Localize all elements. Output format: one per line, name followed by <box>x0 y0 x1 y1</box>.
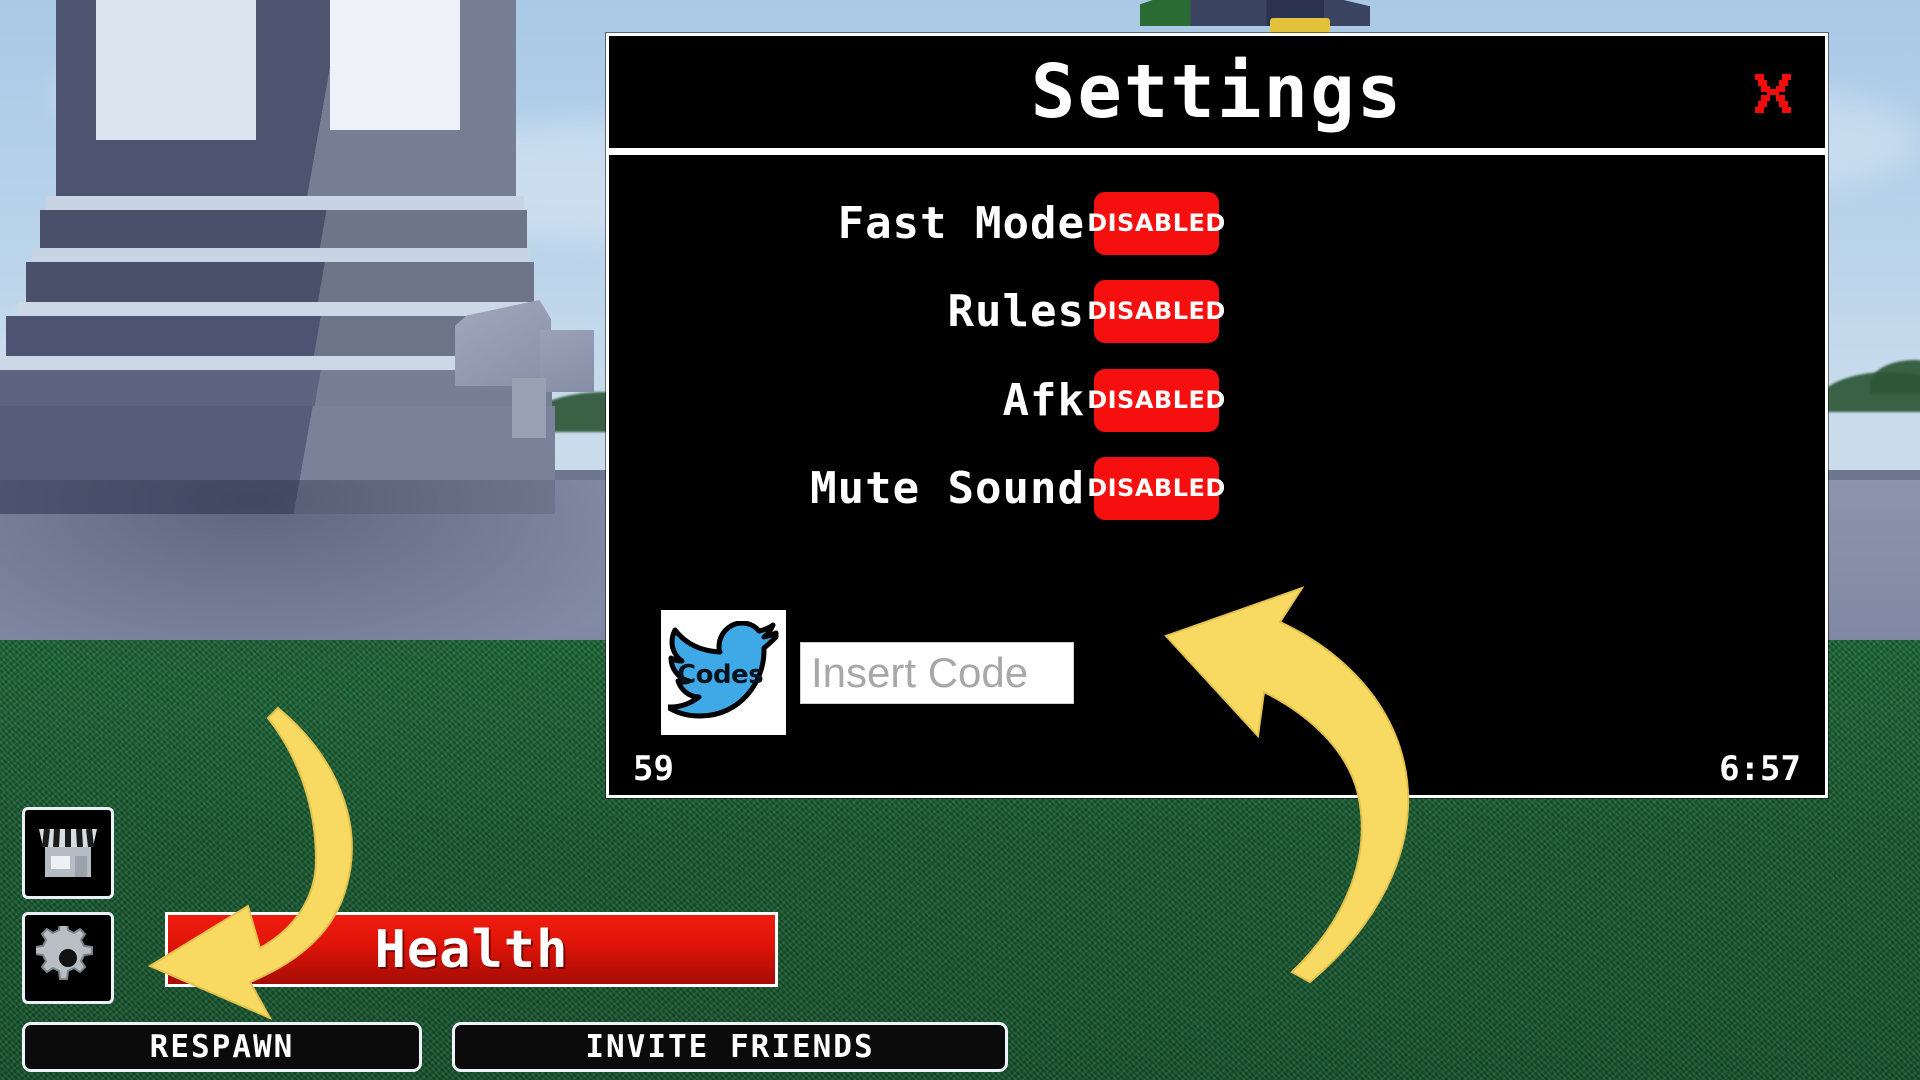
toggle-rules[interactable]: DISABLED <box>1087 279 1225 343</box>
toggle-afk[interactable]: DISABLED <box>1087 368 1225 432</box>
stone-block <box>512 378 546 438</box>
timer: 6:57 <box>1719 749 1801 789</box>
dialog-header: Settings <box>609 36 1825 148</box>
background-object <box>1140 0 1370 26</box>
close-icon[interactable] <box>1745 64 1801 120</box>
invite-friends-button[interactable]: INVITE FRIENDS <box>452 1022 1008 1072</box>
settings-button[interactable] <box>22 912 114 1004</box>
page-title: Settings <box>1030 49 1404 135</box>
setting-row-fast-mode: Fast Mode DISABLED <box>609 177 1825 269</box>
shop-icon <box>39 828 97 877</box>
shop-button[interactable] <box>22 807 114 899</box>
settings-dialog: Settings Fast Mode DISABLED Rules DISABL… <box>606 33 1828 798</box>
setting-row-afk: Afk DISABLED <box>609 354 1825 446</box>
codes-label: Codes <box>677 660 764 690</box>
header-divider <box>609 148 1825 155</box>
code-input[interactable] <box>800 641 1074 704</box>
dialog-footer: 59 6:57 <box>609 737 1825 795</box>
setting-row-rules: Rules DISABLED <box>609 265 1825 357</box>
dialog-body: Fast Mode DISABLED Rules DISABLED Afk DI… <box>609 155 1825 795</box>
twitter-codes-icon[interactable]: Codes <box>661 610 786 735</box>
setting-label: Mute Sound <box>810 462 1085 514</box>
stone-block <box>540 330 594 392</box>
toggle-fast-mode[interactable]: DISABLED <box>1087 191 1225 255</box>
setting-label: Afk <box>1002 374 1085 426</box>
setting-label: Fast Mode <box>837 197 1085 249</box>
coin-count: 59 <box>633 749 674 789</box>
gear-icon <box>36 926 93 980</box>
setting-label: Rules <box>947 285 1085 337</box>
codes-row: Codes <box>661 610 1074 735</box>
health-button[interactable]: Health <box>165 912 778 987</box>
setting-row-mute-sound: Mute Sound DISABLED <box>609 442 1825 534</box>
toggle-mute-sound[interactable]: DISABLED <box>1087 456 1225 520</box>
respawn-button[interactable]: RESPAWN <box>22 1022 422 1072</box>
